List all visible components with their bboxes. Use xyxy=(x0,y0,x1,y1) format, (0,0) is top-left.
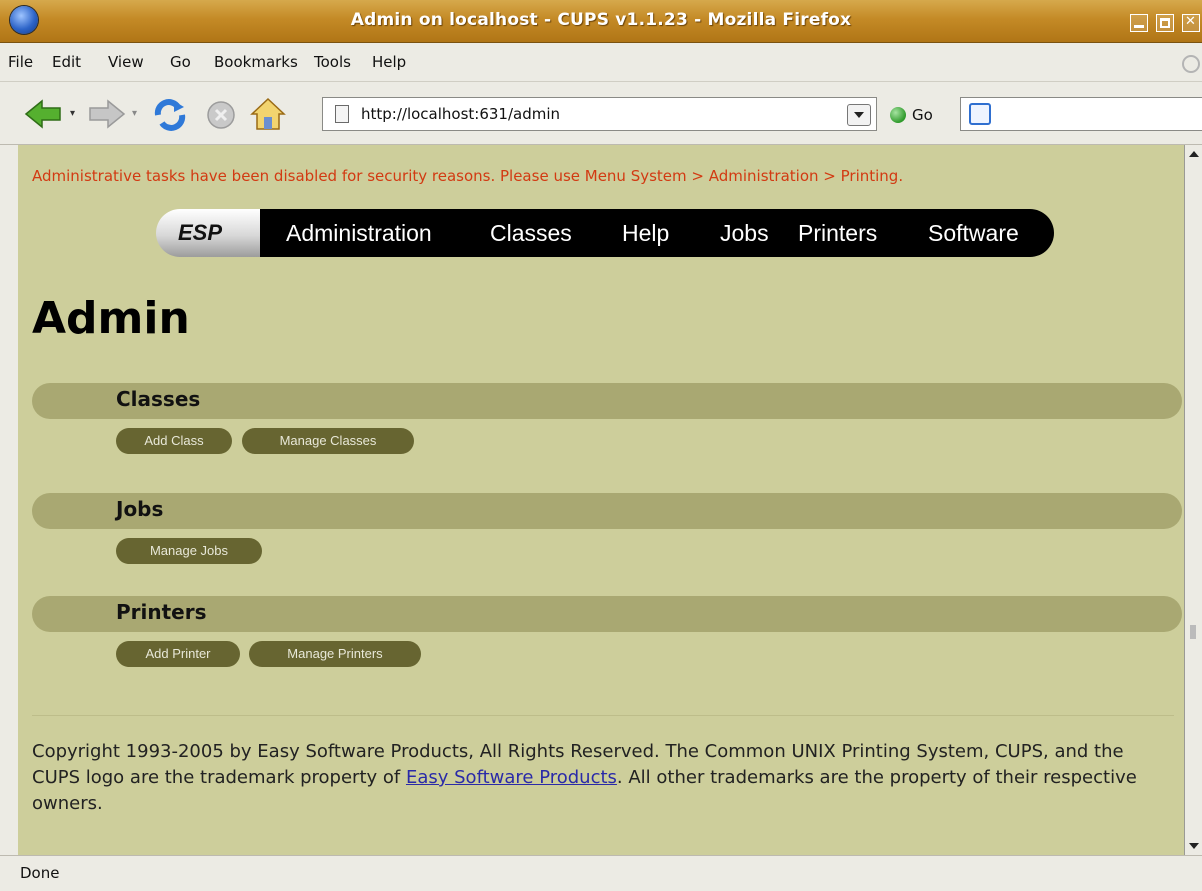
page-icon xyxy=(335,105,349,123)
nav-help[interactable]: Help xyxy=(622,220,669,247)
section-heading: Jobs xyxy=(116,497,164,521)
esp-brand: ESP xyxy=(178,220,223,245)
menu-bar: File Edit View Go Bookmarks Tools Help xyxy=(0,43,1202,82)
nav-esp-logo[interactable]: ESP xyxy=(156,209,260,257)
nav-administration[interactable]: Administration xyxy=(286,220,432,247)
minimize-icon[interactable] xyxy=(1130,14,1148,32)
footer-divider xyxy=(32,715,1174,716)
reload-icon[interactable] xyxy=(152,98,188,132)
url-history-dropdown-icon[interactable] xyxy=(847,104,871,126)
nav-printers[interactable]: Printers xyxy=(798,220,877,247)
section-printers: Printers xyxy=(32,596,1182,632)
menu-help[interactable]: Help xyxy=(372,53,406,71)
scroll-down-icon[interactable] xyxy=(1189,843,1199,849)
search-engine-icon[interactable] xyxy=(969,103,991,125)
section-jobs: Jobs xyxy=(32,493,1182,529)
nav-links: Administration Classes Help Jobs Printer… xyxy=(260,209,1054,257)
go-label: Go xyxy=(912,106,933,124)
stop-icon[interactable] xyxy=(206,100,236,130)
manage-classes-button[interactable]: Manage Classes xyxy=(242,428,414,454)
status-bar: Done xyxy=(0,855,1202,891)
url-text[interactable]: http://localhost:631/admin xyxy=(361,105,560,123)
menu-tools[interactable]: Tools xyxy=(314,53,351,71)
left-frame xyxy=(0,145,19,855)
close-icon[interactable] xyxy=(1182,14,1200,32)
easy-software-link[interactable]: Easy Software Products xyxy=(406,767,617,788)
page-title: Admin xyxy=(32,293,190,344)
home-icon[interactable] xyxy=(250,96,286,132)
menu-edit[interactable]: Edit xyxy=(52,53,81,71)
vertical-scrollbar[interactable] xyxy=(1184,145,1202,855)
go-button[interactable]: Go xyxy=(890,103,933,127)
add-class-button[interactable]: Add Class xyxy=(116,428,232,454)
menu-bookmarks[interactable]: Bookmarks xyxy=(214,53,298,71)
go-icon xyxy=(890,107,906,123)
back-dropdown-icon[interactable]: ▾ xyxy=(70,108,75,119)
search-input[interactable] xyxy=(960,97,1202,131)
forward-arrow-icon[interactable] xyxy=(86,98,126,130)
forward-dropdown-icon[interactable]: ▾ xyxy=(132,108,137,119)
section-heading: Printers xyxy=(116,600,207,624)
nav-jobs[interactable]: Jobs xyxy=(720,220,769,247)
security-warning: Administrative tasks have been disabled … xyxy=(32,167,904,185)
manage-jobs-button[interactable]: Manage Jobs xyxy=(116,538,262,564)
nav-software[interactable]: Software xyxy=(928,220,1019,247)
scroll-up-icon[interactable] xyxy=(1189,151,1199,157)
page-content: Administrative tasks have been disabled … xyxy=(18,145,1184,855)
menu-view[interactable]: View xyxy=(108,53,144,71)
status-text: Done xyxy=(20,864,60,882)
back-arrow-icon[interactable] xyxy=(24,98,64,130)
section-classes: Classes xyxy=(32,383,1182,419)
nav-classes[interactable]: Classes xyxy=(490,220,572,247)
maximize-icon[interactable] xyxy=(1156,14,1174,32)
title-bar[interactable]: Admin on localhost - CUPS v1.1.23 - Mozi… xyxy=(0,0,1202,43)
scroll-thumb[interactable] xyxy=(1190,625,1196,639)
throbber-icon xyxy=(1182,55,1200,73)
menu-file[interactable]: File xyxy=(8,53,33,71)
menu-go[interactable]: Go xyxy=(170,53,191,71)
add-printer-button[interactable]: Add Printer xyxy=(116,641,240,667)
browser-window: Admin on localhost - CUPS v1.1.23 - Mozi… xyxy=(0,0,1202,891)
section-heading: Classes xyxy=(116,387,201,411)
manage-printers-button[interactable]: Manage Printers xyxy=(249,641,421,667)
cups-nav-bar: ESP Administration Classes Help Jobs Pri… xyxy=(156,209,1054,257)
window-title: Admin on localhost - CUPS v1.1.23 - Mozi… xyxy=(350,10,852,30)
copyright-footer: Copyright 1993-2005 by Easy Software Pro… xyxy=(32,739,1162,817)
url-bar[interactable]: http://localhost:631/admin xyxy=(322,97,877,131)
